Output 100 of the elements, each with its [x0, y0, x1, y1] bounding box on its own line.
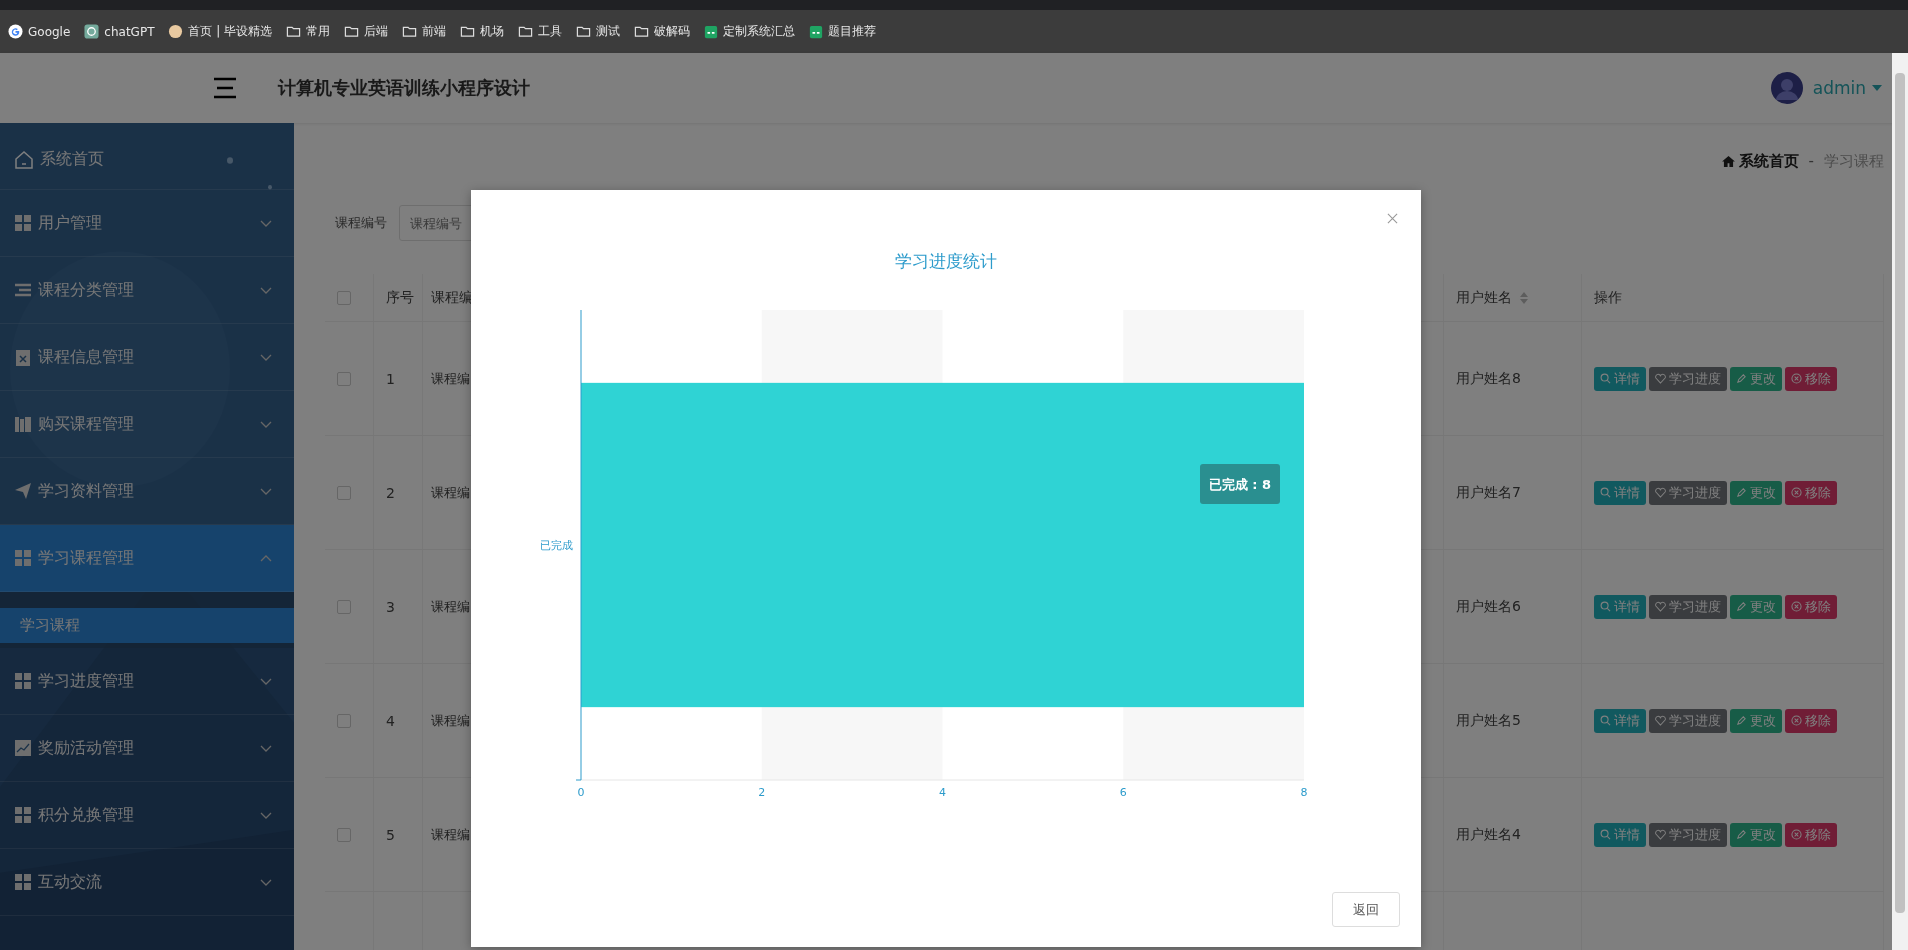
table-cell: 3	[386, 598, 395, 615]
edit-button[interactable]: 更改	[1730, 822, 1782, 847]
grid-icon	[14, 806, 32, 824]
caret-icon	[1872, 85, 1882, 91]
column-header[interactable]: 用户姓名	[1456, 288, 1528, 307]
menu-item[interactable]: 学习课程管理	[0, 525, 294, 592]
edit-button[interactable]: 更改	[1730, 594, 1782, 619]
tick-label: 6	[1119, 786, 1127, 799]
checkbox[interactable]	[337, 290, 351, 305]
chevron-down-icon	[260, 487, 272, 495]
tick-label: 2	[758, 786, 766, 799]
sort-icon[interactable]	[1520, 291, 1528, 304]
scrollbar-thumb[interactable]	[1895, 73, 1905, 913]
table-cell: 课程编	[431, 711, 470, 730]
checkbox[interactable]	[337, 713, 351, 728]
checkbox[interactable]	[337, 599, 351, 614]
bookmark[interactable]: 破解码	[634, 23, 691, 40]
bookmark[interactable]: 机场	[460, 23, 505, 40]
detail-button[interactable]: 详情	[1594, 708, 1646, 733]
app-title: 计算机专业英语训练小程序设计	[278, 76, 530, 100]
edit-button[interactable]: 更改	[1730, 480, 1782, 505]
column-header: 操作	[1594, 288, 1622, 307]
grid-icon	[14, 214, 32, 232]
home-icon	[14, 149, 34, 170]
bookmark[interactable]: 常用	[286, 23, 331, 40]
close-icon[interactable]	[1387, 213, 1398, 224]
menu-icon[interactable]	[212, 77, 238, 99]
grid-icon	[14, 549, 32, 567]
cancel-icon	[1791, 715, 1802, 726]
detail-button[interactable]: 详情	[1594, 366, 1646, 391]
table-cell: 用户姓名7	[1456, 483, 1521, 502]
chevron-down-icon	[260, 219, 272, 227]
checkbox[interactable]	[337, 827, 351, 842]
pencil-icon	[1736, 487, 1747, 498]
avatar-icon	[168, 24, 184, 39]
chevron-down-icon	[260, 811, 272, 819]
folder-icon	[576, 24, 592, 39]
remove-button[interactable]: 移除	[1785, 366, 1837, 391]
bookmark[interactable]: chatGPT	[84, 24, 155, 39]
edit-button[interactable]: 更改	[1730, 366, 1782, 391]
cancel-icon	[1791, 829, 1802, 840]
breadcrumb-link[interactable]: 系统首页	[1738, 151, 1799, 171]
table-cell: 课程编	[431, 825, 470, 844]
back-button[interactable]: 返回	[1332, 892, 1400, 927]
bookmark[interactable]: 首页 | 毕设精选	[168, 23, 273, 40]
checkbox[interactable]	[337, 485, 351, 500]
table-cell: 用户姓名6	[1456, 597, 1521, 616]
heart-icon	[1655, 715, 1666, 726]
remove-button[interactable]: 移除	[1785, 822, 1837, 847]
pencil-icon	[1736, 829, 1747, 840]
search-icon	[1600, 829, 1611, 840]
folder-icon	[460, 24, 476, 39]
bookmark[interactable]: 工具	[518, 23, 563, 40]
cancel-icon	[1791, 487, 1802, 498]
edit-button[interactable]: 更改	[1730, 708, 1782, 733]
heart-icon	[1655, 601, 1666, 612]
bookmark[interactable]: 后端	[344, 23, 389, 40]
tick-label: 4	[939, 786, 946, 799]
bookmark[interactable]: 定制系统汇总	[704, 23, 796, 40]
table-cell: 课程编	[431, 483, 470, 502]
remove-button[interactable]: 移除	[1785, 480, 1837, 505]
folder-icon	[286, 24, 302, 39]
chevron-down-icon	[260, 353, 272, 361]
search-icon	[1600, 715, 1611, 726]
table-cell: 2	[386, 484, 395, 501]
remove-button[interactable]: 移除	[1785, 594, 1837, 619]
list-icon	[14, 281, 32, 299]
paper-plane-icon	[14, 482, 32, 500]
grid-icon	[14, 672, 32, 690]
pencil-icon	[1736, 373, 1747, 384]
chevron-down-icon	[260, 744, 272, 752]
avatar-icon[interactable]	[1770, 72, 1803, 104]
tick-label: 8	[1300, 786, 1308, 799]
chevron-up-icon	[260, 554, 272, 562]
detail-button[interactable]: 详情	[1594, 594, 1646, 619]
cancel-icon	[1791, 601, 1802, 612]
cancel-icon	[1791, 373, 1802, 384]
search-icon	[1600, 373, 1611, 384]
address-bar[interactable]	[0, 0, 1908, 10]
folder-icon	[402, 24, 418, 39]
detail-button[interactable]: 详情	[1594, 480, 1646, 505]
table-cell: 用户姓名8	[1456, 369, 1521, 388]
category-label: 已完成	[540, 539, 573, 552]
tick-label: 0	[577, 786, 585, 799]
table-cell: 课程编	[431, 369, 470, 388]
breadcrumb-separator: -	[1808, 152, 1814, 170]
remove-button[interactable]: 移除	[1785, 708, 1837, 733]
submenu-item[interactable]: 学习课程	[0, 608, 294, 643]
pencil-icon	[1736, 715, 1747, 726]
heart-icon	[1655, 487, 1666, 498]
detail-button[interactable]: 详情	[1594, 822, 1646, 847]
search-icon	[1600, 487, 1611, 498]
chevron-down-icon	[260, 878, 272, 886]
bookmark[interactable]: 前端	[402, 23, 447, 40]
user-menu[interactable]: admin	[1812, 78, 1866, 98]
bookmark[interactable]: 测试	[576, 23, 621, 40]
bookmark[interactable]: Google	[8, 24, 71, 39]
checkbox[interactable]	[337, 371, 351, 386]
table-cell: 4	[386, 712, 395, 729]
bookmark[interactable]: 题目推荐	[809, 23, 877, 40]
